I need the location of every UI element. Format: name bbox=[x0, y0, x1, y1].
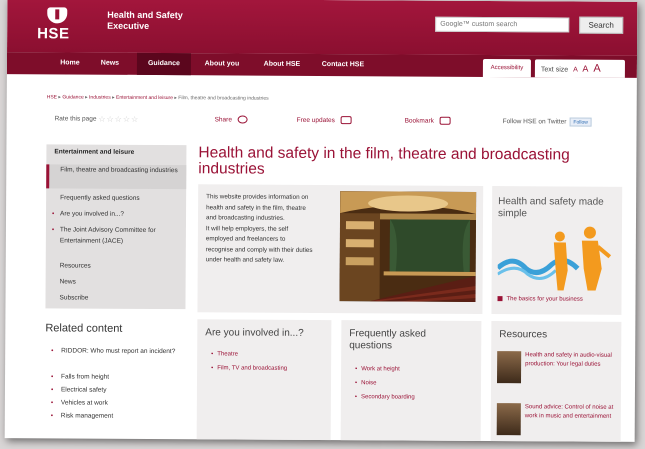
crest-icon bbox=[47, 7, 68, 24]
hse-logo[interactable]: HSE bbox=[35, 7, 81, 45]
breadcrumb-link[interactable]: HSE bbox=[47, 94, 57, 100]
breadcrumb: HSE ▸ Guidance ▸ Industries ▸ Entertainm… bbox=[46, 94, 269, 102]
twitter-follow: Follow HSE on Twitter Follow bbox=[503, 115, 592, 130]
intro-text: This website provides information on hea… bbox=[205, 193, 313, 264]
section-nav-item[interactable]: • The Joint Advisory Committee for Entert… bbox=[46, 224, 186, 247]
theatre-illustration bbox=[339, 191, 477, 302]
text-size-medium[interactable]: A bbox=[582, 64, 588, 74]
faq-card: Frequently asked questions Work at heigh… bbox=[340, 320, 482, 442]
involved-card: Are you involved in...? Theatre Film, TV… bbox=[196, 319, 332, 442]
text-size-large[interactable]: A bbox=[593, 63, 600, 75]
related-link[interactable]: • Falls from height bbox=[51, 372, 183, 383]
breadcrumb-current: Film, theatre and broadcasting industrie… bbox=[178, 95, 269, 102]
faq-link[interactable]: Noise bbox=[355, 380, 376, 386]
involved-title: Are you involved in...? bbox=[205, 327, 304, 339]
bookmark-icon bbox=[439, 117, 451, 126]
search-input[interactable] bbox=[435, 16, 570, 33]
related-link[interactable]: • RIDDOR: Who must report an incident? bbox=[51, 346, 183, 357]
text-size-label: Text size bbox=[540, 66, 569, 74]
page-toolbar: Rate this page ☆☆☆☆☆ Share Free updates … bbox=[47, 112, 621, 130]
section-nav-heading: Entertainment and leisure bbox=[54, 148, 135, 156]
related-link[interactable]: • Electrical safety bbox=[51, 385, 183, 396]
section-nav-item[interactable]: Resources bbox=[46, 260, 186, 272]
nav-about-you[interactable]: About you bbox=[197, 53, 247, 75]
search-button[interactable]: Search bbox=[579, 16, 624, 34]
text-size-control: Text size A A A bbox=[534, 59, 625, 78]
free-updates-link[interactable]: Free updates bbox=[297, 114, 352, 128]
related-content: Related content • RIDDOR: Who must report… bbox=[45, 322, 185, 419]
resources-card: Resources Health and safety in audio-vis… bbox=[490, 321, 622, 442]
share-link[interactable]: Share bbox=[215, 113, 248, 127]
involved-link[interactable]: Theatre bbox=[211, 351, 238, 357]
resource-link[interactable]: Health and safety in audio-visual produc… bbox=[525, 351, 621, 370]
rating-stars[interactable]: ☆☆☆☆☆ bbox=[98, 113, 139, 127]
nav-about-hse[interactable]: About HSE bbox=[257, 54, 307, 76]
related-link[interactable]: • Vehicles at work bbox=[51, 398, 183, 409]
section-nav-item[interactable]: Subscribe bbox=[45, 292, 185, 304]
section-nav-item[interactable]: • Are you involved in...? bbox=[46, 208, 186, 220]
envelope-icon bbox=[340, 116, 352, 125]
theatre-image bbox=[339, 191, 477, 302]
nav-home[interactable]: Home bbox=[51, 52, 89, 74]
promo-title: Health and safety made simple bbox=[498, 196, 604, 220]
accessibility-link[interactable]: Accessibility bbox=[482, 58, 531, 78]
resource-thumbnail[interactable] bbox=[496, 403, 521, 436]
section-nav-item[interactable]: Film, theatre and broadcasting industrie… bbox=[46, 164, 187, 190]
browser-page: HSE Health and Safety Executive Search H… bbox=[4, 0, 638, 442]
faq-link[interactable]: Work at height bbox=[355, 366, 400, 372]
breadcrumb-link[interactable]: Guidance bbox=[62, 94, 83, 100]
involved-link[interactable]: Film, TV and broadcasting bbox=[211, 365, 287, 371]
text-size-small[interactable]: A bbox=[573, 67, 577, 74]
related-link[interactable]: • Risk management bbox=[51, 411, 183, 422]
faq-link[interactable]: Secondary boarding bbox=[355, 394, 415, 400]
speech-bubble-icon bbox=[237, 115, 248, 124]
resources-title: Resources bbox=[499, 329, 548, 341]
resource-link[interactable]: Sound advice: Control of noise at work i… bbox=[525, 403, 621, 422]
workers-illustration bbox=[497, 224, 616, 291]
rate-page: Rate this page ☆☆☆☆☆ bbox=[55, 112, 140, 127]
resource-thumbnail[interactable] bbox=[497, 351, 522, 384]
site-header: HSE Health and Safety Executive Search bbox=[7, 0, 638, 56]
section-nav-item[interactable]: News bbox=[46, 276, 186, 288]
section-nav: Entertainment and leisure Film, theatre … bbox=[45, 144, 187, 310]
bookmark-link[interactable]: Bookmark bbox=[405, 115, 451, 129]
nav-contact-hse[interactable]: Contact HSE bbox=[315, 54, 371, 76]
breadcrumb-link[interactable]: Entertainment and leisure bbox=[116, 95, 173, 101]
logo-text: HSE bbox=[37, 25, 70, 43]
nav-news[interactable]: News bbox=[95, 53, 125, 75]
promo-link[interactable]: The basics for your business bbox=[498, 296, 583, 302]
intro-panel: This website provides information on hea… bbox=[197, 184, 484, 314]
faq-title: Frequently asked questions bbox=[349, 328, 427, 352]
page-title: Health and safety in the film, theatre a… bbox=[198, 144, 570, 178]
twitter-follow-button[interactable]: Follow bbox=[569, 117, 592, 127]
related-heading: Related content bbox=[45, 322, 123, 335]
breadcrumb-link[interactable]: Industries bbox=[89, 95, 111, 101]
promo-panel[interactable]: Health and safety made simple The basics… bbox=[491, 186, 623, 315]
section-nav-item[interactable]: Frequently asked questions bbox=[46, 192, 186, 204]
nav-guidance[interactable]: Guidance bbox=[136, 52, 192, 76]
org-name: Health and Safety Executive bbox=[107, 9, 183, 31]
